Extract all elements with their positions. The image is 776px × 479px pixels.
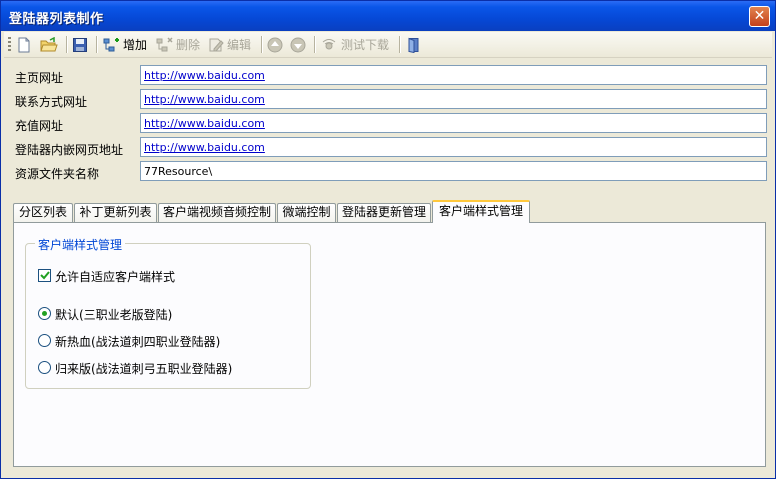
delete-label: 删除 <box>176 38 201 52</box>
style-option-four-class-label[interactable]: 新热血(战法道刺四职业登陆器) <box>55 333 220 350</box>
edit-icon <box>209 38 224 51</box>
open-folder-icon <box>40 36 58 51</box>
close-icon: ✕ <box>753 8 766 24</box>
embedded-page-url-label: 登陆器内嵌网页地址 <box>15 143 124 157</box>
add-tree-icon <box>103 37 119 51</box>
style-group-title: 客户端样式管理 <box>35 236 126 253</box>
tab-launcher-update[interactable]: 登陆器更新管理 <box>337 203 431 222</box>
adaptive-style-checkbox[interactable] <box>38 269 51 282</box>
tab-partition-list[interactable]: 分区列表 <box>13 203 73 222</box>
move-up-button[interactable] <box>267 35 283 54</box>
exit-door-icon <box>408 37 419 53</box>
recharge-url-input[interactable]: http://www.baidu.com <box>140 113 767 133</box>
new-file-icon <box>18 37 30 52</box>
embedded-page-url-input[interactable]: http://www.baidu.com <box>140 137 767 157</box>
style-radio-default[interactable] <box>38 307 51 320</box>
save-icon <box>73 37 87 52</box>
checkmark-icon <box>40 271 50 280</box>
toolbar-separator <box>96 36 98 53</box>
edit-button[interactable]: 编辑 <box>208 35 251 54</box>
resource-folder-input[interactable]: 77Resource\ <box>140 161 767 181</box>
tab-client-style[interactable]: 客户端样式管理 <box>432 200 530 223</box>
add-button[interactable]: 增加 <box>102 35 147 54</box>
edit-label: 编辑 <box>227 38 252 52</box>
resource-folder-label: 资源文件夹名称 <box>15 167 100 181</box>
tab-av-control[interactable]: 客户端视频音频控制 <box>158 203 276 222</box>
download-icon <box>322 38 336 49</box>
delete-tree-icon <box>156 36 173 51</box>
toolbar-grip[interactable] <box>8 37 11 53</box>
open-folder-button[interactable] <box>40 35 58 54</box>
style-radio-five-class[interactable] <box>38 361 51 374</box>
recharge-url-label: 充值网址 <box>15 119 64 133</box>
style-option-five-class-label[interactable]: 归来版(战法道刺弓五职业登陆器) <box>55 360 232 377</box>
contact-url-input[interactable]: http://www.baidu.com <box>140 89 767 109</box>
exit-button[interactable] <box>406 35 422 54</box>
radio-selected-dot <box>42 311 47 316</box>
new-file-button[interactable] <box>16 35 32 54</box>
toolbar-separator <box>399 36 401 53</box>
window-title: 登陆器列表制作 <box>9 12 104 27</box>
move-down-button[interactable] <box>290 35 306 54</box>
add-label: 增加 <box>123 38 148 52</box>
style-radio-four-class[interactable] <box>38 334 51 347</box>
toolbar-separator <box>314 36 316 53</box>
toolbar-separator <box>261 36 263 53</box>
title-bar[interactable]: 登陆器列表制作 ✕ <box>1 1 775 31</box>
close-button[interactable]: ✕ <box>749 6 770 27</box>
arrow-up-icon <box>267 37 283 52</box>
adaptive-style-label[interactable]: 允许自适应客户端样式 <box>55 268 175 285</box>
arrow-down-icon <box>290 37 306 52</box>
tab-micro-client-control[interactable]: 微端控制 <box>277 203 336 222</box>
test-download-button[interactable]: 测试下载 <box>320 35 389 54</box>
test-download-label: 测试下载 <box>341 38 390 52</box>
save-button[interactable] <box>72 35 88 54</box>
delete-button[interactable]: 删除 <box>155 35 200 54</box>
contact-url-label: 联系方式网址 <box>15 95 88 109</box>
style-option-default-label[interactable]: 默认(三职业老版登陆) <box>55 306 172 323</box>
toolbar: 增加 删除 编辑 测试下载 <box>4 32 772 58</box>
toolbar-separator <box>66 36 68 53</box>
homepage-url-input[interactable]: http://www.baidu.com <box>140 65 767 85</box>
dialog-window: 登陆器列表制作 ✕ 增加 删除 编辑 测试下载 主页网址 http://www.… <box>0 0 776 479</box>
homepage-url-label: 主页网址 <box>15 71 64 85</box>
tab-patch-update-list[interactable]: 补丁更新列表 <box>74 203 157 222</box>
